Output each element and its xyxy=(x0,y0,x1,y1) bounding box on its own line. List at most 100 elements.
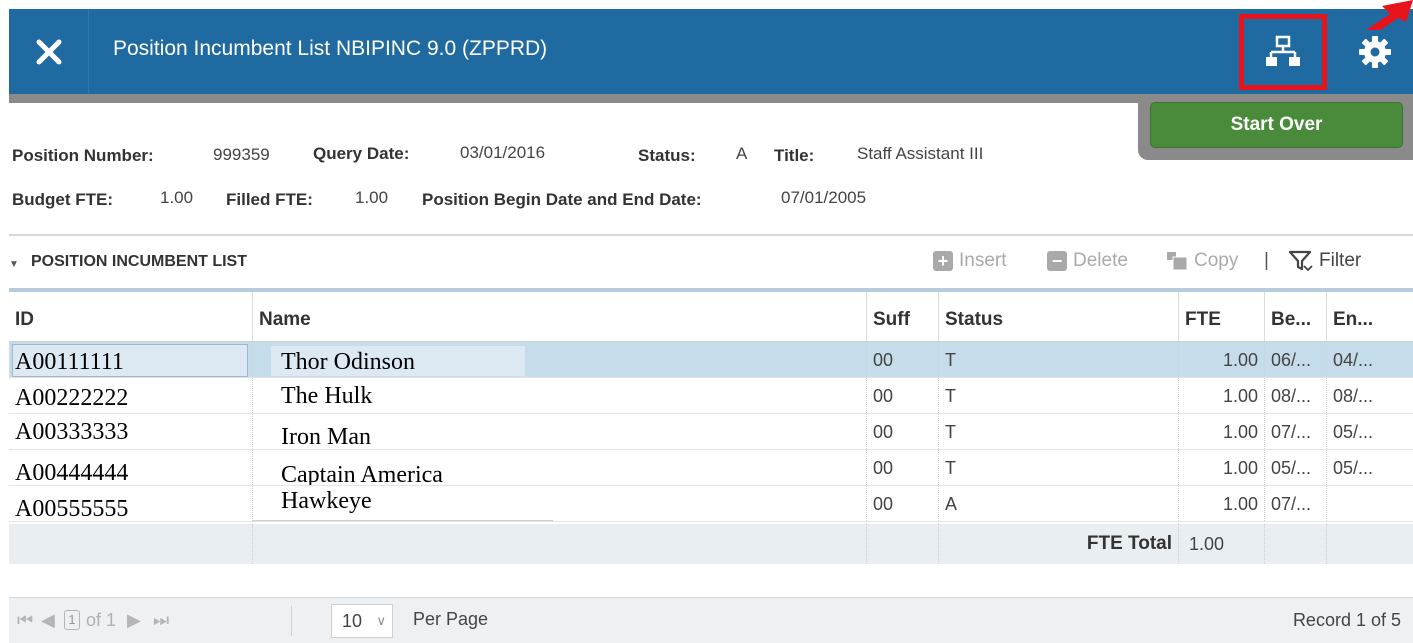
status-cell[interactable]: T xyxy=(938,342,1178,377)
status-value: A xyxy=(736,144,748,163)
suff-cell[interactable]: 00 xyxy=(866,486,938,521)
suff-cell[interactable]: 00 xyxy=(866,378,938,413)
total-spacer xyxy=(252,524,866,564)
column-header-status[interactable]: Status xyxy=(938,292,1178,341)
begin-cell[interactable]: 08/... xyxy=(1264,378,1326,413)
query-date: Query Date: xyxy=(313,144,409,164)
table-row[interactable]: A00111111 Thor Odinson 00 T 1.00 06/... … xyxy=(9,342,1413,378)
total-spacer xyxy=(9,524,252,564)
column-header-name[interactable]: Name xyxy=(252,292,866,341)
fte-cell[interactable]: 1.00 xyxy=(1178,414,1264,449)
table-row[interactable]: A00555555 Hawkeye 00 A 1.00 07/... xyxy=(9,486,1413,522)
filter-icon xyxy=(1289,250,1313,272)
status-cell[interactable]: T xyxy=(938,378,1178,413)
copy-button[interactable]: Copy xyxy=(1166,250,1238,272)
budget-fte-label: Budget FTE: xyxy=(12,190,114,209)
id-cell[interactable]: A00555555 xyxy=(9,486,252,521)
position-number-value: 999359 xyxy=(213,145,270,164)
delete-button[interactable]: − Delete xyxy=(1047,250,1128,272)
position-dates-value-wrap: 07/01/2005 xyxy=(781,188,866,208)
fte-cell[interactable]: 1.00 xyxy=(1178,342,1264,377)
filter-button[interactable]: Filter xyxy=(1289,250,1361,272)
pager-separator xyxy=(291,606,292,636)
toolbar-separator: | xyxy=(1264,250,1269,271)
status-value-wrap: A xyxy=(736,144,747,164)
position-number-value-wrap: 999359 xyxy=(213,145,270,165)
delete-label: Delete xyxy=(1073,250,1128,271)
insert-button[interactable]: + Insert xyxy=(933,250,1007,272)
column-header-begin[interactable]: Be... xyxy=(1264,292,1326,341)
name-value: Thor Odinson xyxy=(281,349,415,375)
title-label: Title: xyxy=(774,146,815,165)
last-page-icon[interactable]: ⏭ xyxy=(153,610,169,631)
table-row[interactable]: A00333333 Iron Man 00 T 1.00 07/... 05/.… xyxy=(9,414,1413,450)
position-dates-label: Position Begin Date and End Date: xyxy=(422,190,702,209)
id-cell[interactable]: A00444444 xyxy=(9,450,252,485)
begin-cell[interactable]: 06/... xyxy=(1264,342,1326,377)
column-header-id[interactable]: ID xyxy=(9,292,252,341)
fte-total-value: 1.00 xyxy=(1178,524,1264,564)
id-cell[interactable]: A00333333 xyxy=(9,414,252,449)
page-size-value: 10 xyxy=(342,611,363,631)
total-spacer xyxy=(866,524,938,564)
status-cell[interactable]: A xyxy=(938,486,1178,521)
begin-cell[interactable]: 07/... xyxy=(1264,486,1326,521)
fte-cell[interactable]: 1.00 xyxy=(1178,450,1264,485)
id-cell[interactable]: A00222222 xyxy=(9,378,252,413)
next-page-icon[interactable]: ▶ xyxy=(127,610,141,631)
position-dates-value: 07/01/2005 xyxy=(781,188,867,207)
fte-cell[interactable]: 1.00 xyxy=(1178,486,1264,521)
budget-fte-value: 1.00 xyxy=(160,188,194,207)
suff-cell[interactable]: 00 xyxy=(866,450,938,485)
chevron-down-icon: ∨ xyxy=(376,613,386,628)
query-date-label: Query Date: xyxy=(313,144,410,163)
end-cell[interactable]: 08/... xyxy=(1326,378,1413,413)
first-page-icon[interactable]: ⏮ xyxy=(17,610,33,631)
name-value: Hawkeye xyxy=(281,488,372,514)
name-cell[interactable]: The Hulk xyxy=(252,378,866,413)
copy-icon xyxy=(1167,252,1188,271)
pagination-bar: ⏮ ◀ 1 of 1 ▶ ⏭ 10 ∨ Per Page Record 1 of… xyxy=(9,597,1413,643)
end-cell[interactable] xyxy=(1326,486,1413,521)
column-header-end[interactable]: En... xyxy=(1326,292,1413,341)
suff-cell[interactable]: 00 xyxy=(866,414,938,449)
section-title: POSITION INCUMBENT LIST xyxy=(31,253,247,270)
fte-cell[interactable]: 1.00 xyxy=(1178,378,1264,413)
position-number: Position Number: xyxy=(12,146,154,166)
column-header-fte[interactable]: FTE xyxy=(1178,292,1264,341)
name-cell[interactable]: Hawkeye xyxy=(252,486,866,521)
status-cell[interactable]: T xyxy=(938,450,1178,485)
title-value-wrap: Staff Assistant III xyxy=(857,144,983,164)
start-over-button[interactable]: Start Over xyxy=(1150,102,1403,148)
status-cell[interactable]: T xyxy=(938,414,1178,449)
name-cell[interactable]: Captain America xyxy=(252,450,866,485)
related-button[interactable] xyxy=(1239,14,1327,90)
suff-cell[interactable]: 00 xyxy=(866,342,938,377)
filter-label: Filter xyxy=(1319,250,1362,271)
page-number-input[interactable]: 1 xyxy=(64,610,80,630)
page-size-select[interactable]: 10 ∨ xyxy=(331,604,393,638)
end-cell[interactable]: 04/... xyxy=(1326,342,1413,377)
position-number-label: Position Number: xyxy=(12,146,154,165)
filled-fte-label: Filled FTE: xyxy=(226,190,313,209)
per-page-label: Per Page xyxy=(413,609,489,629)
close-button[interactable] xyxy=(9,9,89,94)
collapse-caret-icon[interactable]: ▼ xyxy=(9,259,19,270)
plus-icon: + xyxy=(933,251,953,271)
begin-cell[interactable]: 07/... xyxy=(1264,414,1326,449)
filled-fte-value-wrap: 1.00 xyxy=(355,188,388,208)
table-row[interactable]: A00444444 Captain America 00 T 1.00 05/.… xyxy=(9,450,1413,486)
fte-total-label: FTE Total xyxy=(938,524,1178,564)
query-date-value-wrap: 03/01/2016 xyxy=(460,143,545,163)
id-cell[interactable]: A00111111 xyxy=(9,342,252,377)
table-row[interactable]: A00222222 The Hulk 00 T 1.00 08/... 08/.… xyxy=(9,378,1413,414)
name-cell[interactable]: Iron Man xyxy=(252,414,866,449)
name-cell[interactable]: Thor Odinson xyxy=(252,342,866,377)
end-cell[interactable]: 05/... xyxy=(1326,414,1413,449)
related-icon xyxy=(1266,35,1300,66)
prev-page-icon[interactable]: ◀ xyxy=(41,610,55,631)
end-cell[interactable]: 05/... xyxy=(1326,450,1413,485)
record-count: Record 1 of 5 xyxy=(1292,610,1401,630)
column-header-suff[interactable]: Suff xyxy=(866,292,938,341)
begin-cell[interactable]: 05/... xyxy=(1264,450,1326,485)
